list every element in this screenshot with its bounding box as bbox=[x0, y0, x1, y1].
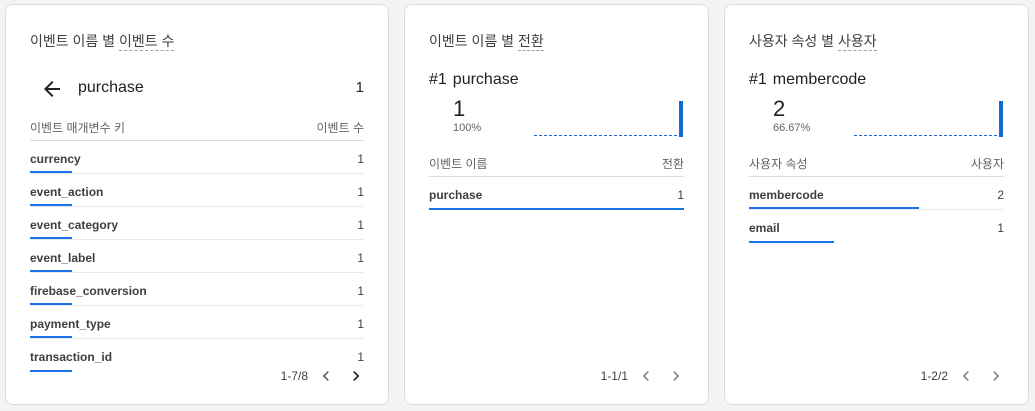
row-share-bar bbox=[30, 204, 72, 206]
row-value: 1 bbox=[357, 317, 364, 331]
conversions-table: purchase 1 bbox=[429, 177, 684, 210]
row-label: event_category bbox=[30, 218, 119, 232]
column-header-user-property: 사용자 속성 bbox=[749, 157, 808, 171]
table-header: 사용자 속성 사용자 bbox=[749, 155, 1004, 177]
column-header-event-count: 이벤트 수 bbox=[316, 121, 365, 135]
metric-selector[interactable]: 사용자 bbox=[837, 33, 877, 51]
row-label: event_label bbox=[30, 251, 96, 265]
previous-page-button[interactable] bbox=[954, 364, 978, 388]
top-item-percent: 66.67% bbox=[773, 122, 811, 134]
column-header-conversions: 전환 bbox=[661, 157, 684, 171]
chevron-left-icon bbox=[962, 371, 969, 381]
chevron-right-icon bbox=[673, 371, 680, 381]
row-value: 1 bbox=[677, 188, 684, 202]
table-header: 이벤트 매개변수 키 이벤트 수 bbox=[30, 119, 364, 141]
card-title: 이벤트 이름 별 이벤트 수 bbox=[30, 31, 175, 51]
previous-page-button[interactable] bbox=[314, 364, 338, 388]
pagination: 1-2/2 bbox=[921, 364, 1008, 388]
column-header-users: 사용자 bbox=[970, 157, 1004, 171]
row-share-bar bbox=[30, 270, 72, 272]
table-row[interactable]: event_category 1 bbox=[30, 207, 364, 240]
pagination-range: 1-7/8 bbox=[280, 369, 308, 383]
event-count-card: 이벤트 이름 별 이벤트 수 purchase 1 이벤트 매개변수 키 이벤트… bbox=[5, 4, 389, 405]
card-title: 사용자 속성 별 사용자 bbox=[749, 31, 877, 51]
chevron-left-icon bbox=[642, 371, 649, 381]
card-title-prefix: 사용자 속성 별 bbox=[749, 33, 838, 49]
pagination-range: 1-2/2 bbox=[920, 369, 948, 383]
top-item-value: 2 bbox=[773, 96, 786, 121]
top-item: #1 purchase bbox=[429, 71, 519, 89]
row-value: 1 bbox=[997, 221, 1004, 235]
row-share-bar bbox=[30, 171, 72, 173]
row-value: 1 bbox=[357, 152, 364, 166]
row-share-bar bbox=[30, 370, 72, 372]
metric-selector[interactable]: 이벤트 수 bbox=[118, 33, 175, 51]
row-value: 2 bbox=[997, 188, 1004, 202]
table-row[interactable]: membercode 2 bbox=[749, 177, 1004, 210]
next-page-button[interactable] bbox=[664, 364, 688, 388]
card-title-prefix: 이벤트 이름 별 bbox=[30, 33, 119, 49]
top-item-rank: #1 bbox=[429, 71, 447, 88]
metric-selector[interactable]: 전환 bbox=[517, 33, 544, 51]
previous-page-button[interactable] bbox=[634, 364, 658, 388]
top-item-value: 1 bbox=[453, 96, 466, 121]
row-label: event_action bbox=[30, 185, 104, 199]
row-share-bar bbox=[749, 207, 919, 209]
sparkline-spike bbox=[999, 101, 1003, 137]
users-table: membercode 2 email 1 bbox=[749, 177, 1004, 243]
row-label: payment_type bbox=[30, 317, 111, 331]
table-header: 이벤트 이름 전환 bbox=[429, 155, 684, 177]
sparkline-spike bbox=[679, 101, 683, 137]
row-value: 1 bbox=[357, 218, 364, 232]
table-row[interactable]: email 1 bbox=[749, 210, 1004, 243]
chevron-left-icon bbox=[322, 371, 329, 381]
row-label: currency bbox=[30, 152, 81, 166]
table-row[interactable]: payment_type 1 bbox=[30, 306, 364, 339]
sparkline bbox=[534, 101, 683, 137]
drilldown-event-name: purchase bbox=[78, 79, 144, 96]
column-header-param-key: 이벤트 매개변수 키 bbox=[30, 121, 125, 135]
column-header-event-name: 이벤트 이름 bbox=[429, 157, 488, 171]
row-value: 1 bbox=[357, 251, 364, 265]
conversions-card: 이벤트 이름 별 전환 #1 purchase 1 100% 이벤트 이름 전환 … bbox=[404, 4, 709, 405]
back-arrow-icon[interactable] bbox=[40, 77, 64, 101]
row-label: transaction_id bbox=[30, 350, 113, 364]
row-share-bar bbox=[749, 241, 834, 243]
chevron-right-icon bbox=[353, 371, 360, 381]
row-label: membercode bbox=[749, 188, 824, 202]
row-label: email bbox=[749, 221, 780, 235]
next-page-button[interactable] bbox=[344, 364, 368, 388]
next-page-button[interactable] bbox=[984, 364, 1008, 388]
drilldown-event-value: 1 bbox=[355, 79, 364, 96]
top-item-rank: #1 bbox=[749, 71, 767, 88]
top-item-name: membercode bbox=[772, 71, 867, 88]
top-item-name: purchase bbox=[452, 71, 519, 88]
chevron-right-icon bbox=[993, 371, 1000, 381]
table-row[interactable]: purchase 1 bbox=[429, 177, 684, 210]
card-title-prefix: 이벤트 이름 별 bbox=[429, 33, 518, 49]
row-value: 1 bbox=[357, 350, 364, 364]
top-item: #1 membercode bbox=[749, 71, 866, 89]
card-title: 이벤트 이름 별 전환 bbox=[429, 31, 544, 51]
table-row[interactable]: event_action 1 bbox=[30, 174, 364, 207]
row-label: purchase bbox=[429, 188, 483, 202]
pagination: 1-7/8 bbox=[281, 364, 368, 388]
row-share-bar bbox=[30, 336, 72, 338]
pagination-range: 1-1/1 bbox=[600, 369, 628, 383]
row-share-bar bbox=[429, 208, 684, 210]
drilldown-header: purchase 1 bbox=[30, 75, 364, 105]
table-row[interactable]: event_label 1 bbox=[30, 240, 364, 273]
row-share-bar bbox=[30, 303, 72, 305]
table-row[interactable]: firebase_conversion 1 bbox=[30, 273, 364, 306]
row-value: 1 bbox=[357, 185, 364, 199]
row-share-bar bbox=[30, 237, 72, 239]
param-table: currency 1 event_action 1 event_category 1 eve… bbox=[30, 141, 364, 372]
table-row[interactable]: currency 1 bbox=[30, 141, 364, 174]
sparkline bbox=[854, 101, 1003, 137]
row-value: 1 bbox=[357, 284, 364, 298]
users-by-property-card: 사용자 속성 별 사용자 #1 membercode 2 66.67% 사용자 속… bbox=[724, 4, 1029, 405]
top-item-percent: 100% bbox=[453, 122, 482, 134]
pagination: 1-1/1 bbox=[601, 364, 688, 388]
row-label: firebase_conversion bbox=[30, 284, 147, 298]
